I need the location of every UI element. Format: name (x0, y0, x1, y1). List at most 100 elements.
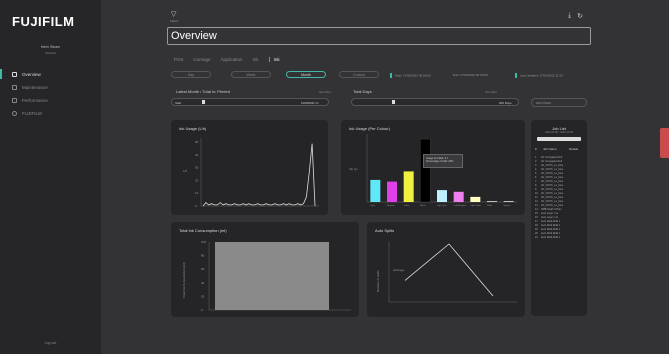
job-list-subtitle: 2022-03-08 - 2022-04-08 (545, 131, 573, 134)
sidebar: FUJIFILM Hemi Steam Shortlist Overview M… (0, 0, 101, 354)
col-num: # (535, 147, 537, 151)
latest-slider-start: Start (175, 101, 182, 105)
x-tick-label: Light Magenta (454, 204, 468, 207)
x-tick-label: Light Cyan (437, 204, 447, 207)
y-tick-label: 0 (201, 308, 203, 312)
y-tick-label: 40 (195, 153, 199, 157)
user-role: Shortlist (45, 51, 56, 55)
tab-carriage[interactable]: Carriage (193, 57, 210, 62)
job-list-search-input[interactable] (537, 137, 581, 141)
sidebar-item-performance[interactable]: Performance (0, 94, 101, 107)
series-line (202, 143, 316, 207)
range-day-button[interactable]: Day (171, 71, 211, 78)
chart-icon (12, 98, 17, 103)
total-slider-handle[interactable] (392, 100, 395, 104)
y-tick-label: 80 (201, 254, 205, 258)
x-tick-label: Varnish (504, 205, 511, 207)
logout-link[interactable]: Log out (0, 341, 101, 345)
y-axis-label: Total Ink Consumption (ml) (182, 262, 186, 298)
x-tick-label: Cyan (370, 205, 375, 207)
user-name: Hemi Steam (40, 45, 61, 49)
latest-slider-end: 10000000 m² (301, 101, 319, 105)
col-name: Job Name (543, 147, 557, 151)
tab-print[interactable]: Print (174, 57, 183, 62)
range-month-button[interactable]: Month (286, 71, 326, 78)
bar (403, 171, 414, 202)
tab-bar: Print Carriage Application Ink Ink (174, 57, 280, 62)
y-axis-label: L/h (183, 169, 188, 173)
calendar-icon (12, 85, 17, 90)
bar (370, 179, 381, 202)
y-axis-label: Number of splits (376, 270, 380, 292)
x-tick-label: Yellow (404, 205, 410, 207)
x-tick-label: Magenta (387, 204, 396, 207)
ink-per-colour-panel: Ink Usage (Per Colour) Ink (L) Cyan Magent… (341, 120, 525, 215)
job-list-panel: Job List 2022-03-08 - 2022-04-08 # Job N… (531, 120, 587, 316)
sidebar-item-fujifilm[interactable]: FUJIFILM (0, 107, 101, 120)
chart-tooltip: Usage for black: 4 L Percentage of total… (423, 154, 463, 168)
range-week-button[interactable]: Week (231, 71, 271, 78)
date-input[interactable]: 04/17/2022 (531, 98, 587, 107)
job-name: Auto Multi-Multi L (541, 236, 561, 239)
bar (420, 138, 431, 203)
bar (470, 196, 481, 202)
pin-icon (12, 111, 17, 116)
total-slider-label: Total Days (353, 89, 372, 94)
latest-slider-label: Latest Month / Total in: Printed (176, 89, 230, 94)
total-slider-sub: Set Filter (485, 90, 498, 94)
y-tick-label: 100 (201, 240, 206, 244)
bar (437, 190, 447, 202)
feedback-tab[interactable] (660, 128, 669, 158)
x-tick-label: White (487, 204, 493, 207)
fujifilm-logo: FUJIFILM (12, 14, 75, 29)
y-tick-label: 60 (195, 140, 199, 144)
main-content: ▽ Filters ⤓ ↻ Overview Print Carriage Ap… (101, 0, 669, 354)
total-slider[interactable] (351, 98, 519, 106)
bar (453, 191, 464, 202)
header-actions: ⤓ ↻ (568, 12, 583, 20)
total-ink-panel: Total Ink Consumption (ml) 100 80 60 40 20 0 T… (171, 222, 359, 317)
col-status: Details (569, 147, 579, 151)
sidebar-nav: Overview Maintenance Performance FUJIFIL… (0, 68, 101, 120)
bar (487, 201, 497, 202)
y-axis-label: Ink (L) (349, 167, 358, 171)
y-tick-label: 30 (195, 166, 199, 170)
list-item[interactable]: 21 Auto Multi-Multi L (535, 236, 585, 240)
tab-ink-active[interactable]: Ink (268, 57, 280, 62)
tab-ink[interactable]: Ink (253, 57, 259, 62)
series-line (404, 243, 494, 297)
ink-usage-chart: 60 40 30 20 10 0 L/h (183, 138, 319, 208)
job-list-rows: 1 AF Corrugated Full 2 AF Corrugated Full 3 A… (535, 156, 585, 240)
sidebar-item-label: Maintenance (22, 85, 48, 90)
sidebar-item-label: Overview (22, 72, 41, 77)
range-start: Start: 17/05/2022 00:00:00 (390, 73, 431, 78)
filter-icon[interactable]: ▽ (171, 10, 176, 18)
grid-icon (12, 72, 17, 77)
total-slider-end: 600 Days (499, 101, 512, 105)
download-icon[interactable]: ⤓ (568, 12, 571, 20)
y-tick-label: 40 (201, 281, 205, 285)
refresh-icon[interactable]: ↻ (577, 12, 583, 20)
y-tick-label: 0 (195, 204, 197, 208)
latest-slider-handle[interactable] (202, 100, 205, 104)
filter-label: Filters (170, 19, 179, 23)
chart-annotation: Average (393, 268, 404, 272)
app-frame: FUJIFILM Hemi Steam Shortlist Overview M… (0, 0, 669, 354)
y-tick-label: 10 (195, 191, 199, 195)
page-title-box: Overview (167, 27, 591, 45)
sidebar-item-label: FUJIFILM (22, 111, 42, 116)
bar (215, 242, 329, 310)
job-list-header: # Job Name Details (535, 147, 585, 151)
bar (387, 181, 397, 202)
sidebar-item-maintenance[interactable]: Maintenance (0, 81, 101, 94)
sidebar-item-overview[interactable]: Overview (0, 68, 101, 81)
range-end: End: 17/06/2022 00:00:00 (453, 73, 488, 77)
range-custom-button[interactable]: Custom (339, 71, 379, 78)
y-tick-label: 20 (201, 294, 205, 298)
x-tick-label: Black (420, 205, 425, 207)
last-updated: Last Updated: 17/06/2022 11:30 (515, 73, 563, 78)
total-ink-chart: 100 80 60 40 20 0 Total Ink Consumption (ml) (182, 240, 351, 312)
tab-application[interactable]: Application (221, 57, 243, 62)
sidebar-item-label: Performance (22, 98, 48, 103)
y-tick-label: 60 (201, 267, 205, 271)
